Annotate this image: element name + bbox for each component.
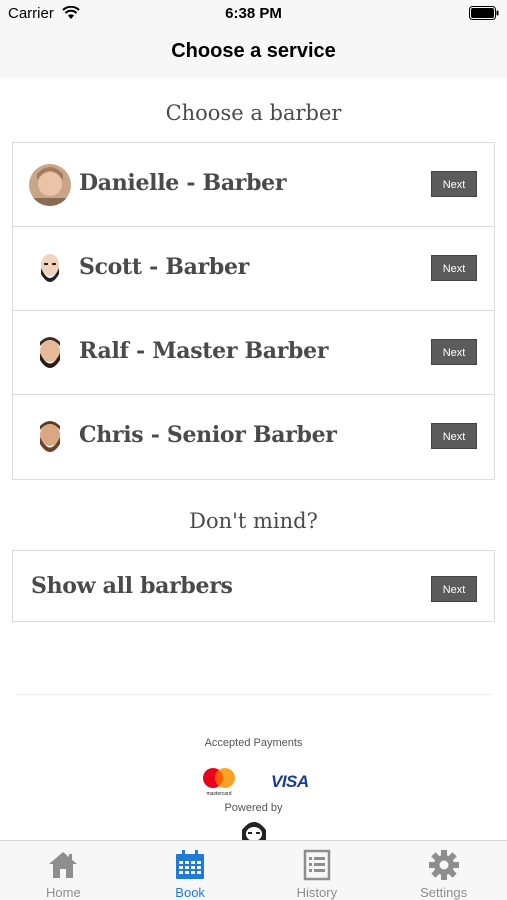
next-button[interactable]: Next (431, 255, 477, 281)
scott-avatar-icon (29, 248, 71, 290)
next-button[interactable]: Next (431, 576, 477, 602)
tab-label: History (296, 885, 338, 900)
ralf-avatar-icon (29, 332, 71, 374)
barber-row-chris[interactable]: Chris - Senior Barber Next (13, 395, 494, 479)
next-button[interactable]: Next (431, 171, 477, 197)
powered-by-label: Powered by (224, 802, 283, 814)
history-icon (303, 849, 331, 881)
accepted-payments-label: Accepted Payments (204, 737, 303, 749)
tab-label: Book (175, 885, 205, 900)
barber-name: Danielle - Barber (79, 170, 287, 196)
tab-history[interactable]: History (254, 841, 381, 900)
chris-avatar-icon (29, 416, 71, 458)
home-icon (49, 852, 78, 878)
show-all-barbers-row[interactable]: Show all barbers Next (12, 550, 495, 622)
visa-logo: VISA (271, 772, 309, 791)
choose-barber-heading: Choose a barber (165, 101, 342, 125)
tab-label: Settings (420, 885, 468, 900)
next-button[interactable]: Next (431, 423, 477, 449)
tab-bar: Home Book History Settings (0, 840, 507, 900)
status-time: 6:38 PM (225, 5, 282, 22)
barber-row-scott[interactable]: Scott - Barber Next (13, 227, 494, 311)
calendar-icon (176, 850, 205, 879)
nav-bar: Choose a service (0, 28, 507, 78)
brand-logo-icon (242, 822, 266, 842)
barber-row-danielle[interactable]: Danielle - Barber Next (13, 143, 494, 227)
barber-name: Chris - Senior Barber (79, 422, 337, 448)
danielle-avatar-icon (29, 164, 71, 206)
next-button[interactable]: Next (431, 339, 477, 365)
tab-book[interactable]: Book (127, 841, 254, 900)
tab-label: Home (46, 885, 81, 900)
dont-mind-heading: Don't mind? (189, 509, 318, 533)
barber-row-ralf[interactable]: Ralf - Master Barber Next (13, 311, 494, 395)
show-all-label: Show all barbers (31, 573, 233, 599)
battery-icon (469, 6, 499, 20)
status-bar: Carrier 6:38 PM (0, 0, 507, 28)
tab-settings[interactable]: Settings (380, 841, 507, 900)
divider (16, 694, 492, 695)
svg-text:mastercard: mastercard (206, 791, 231, 797)
tab-home[interactable]: Home (0, 841, 127, 900)
barber-list: Danielle - Barber Next Scott - Barber Ne… (12, 142, 495, 480)
gear-icon (428, 850, 459, 880)
barber-name: Scott - Barber (79, 254, 249, 280)
mastercard-icon: mastercard (203, 768, 235, 797)
page-title: Choose a service (171, 40, 336, 62)
barber-name: Ralf - Master Barber (79, 338, 329, 364)
